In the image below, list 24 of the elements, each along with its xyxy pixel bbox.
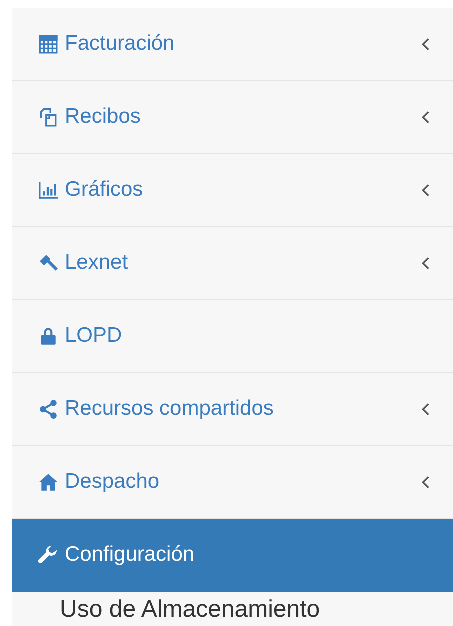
- wrench-icon: [38, 544, 59, 566]
- menu-item[interactable]: Configuración: [12, 519, 453, 592]
- menu-label: LOPD: [65, 324, 124, 348]
- menu-item[interactable]: Recibos: [12, 81, 453, 154]
- gavel-icon: [38, 252, 59, 274]
- menu-label: Recursos compartidos: [65, 397, 275, 421]
- menu-item[interactable]: LOPD: [12, 300, 453, 373]
- menu-label: Gráficos: [65, 178, 144, 202]
- share-icon: [38, 398, 59, 420]
- copy-icon: [38, 106, 59, 128]
- menu-item[interactable]: Recursos compartidos: [12, 373, 453, 446]
- calculator-icon: [38, 34, 59, 54]
- menu-item[interactable]: Facturación: [12, 8, 453, 81]
- menu-item[interactable]: Lexnet: [12, 227, 453, 300]
- menu-label: Recibos: [65, 105, 142, 129]
- home-icon: [38, 472, 59, 492]
- menu-label: Despacho: [65, 470, 161, 494]
- menu-item[interactable]: Gráficos: [12, 154, 453, 227]
- menu-label: Configuración: [65, 543, 196, 567]
- lock-icon: [38, 326, 59, 346]
- menu-label: Lexnet: [65, 251, 130, 275]
- bar-chart-icon: [38, 180, 59, 200]
- section-heading: Uso de Almacenamiento: [59, 595, 322, 624]
- menu-label: Facturación: [65, 32, 176, 56]
